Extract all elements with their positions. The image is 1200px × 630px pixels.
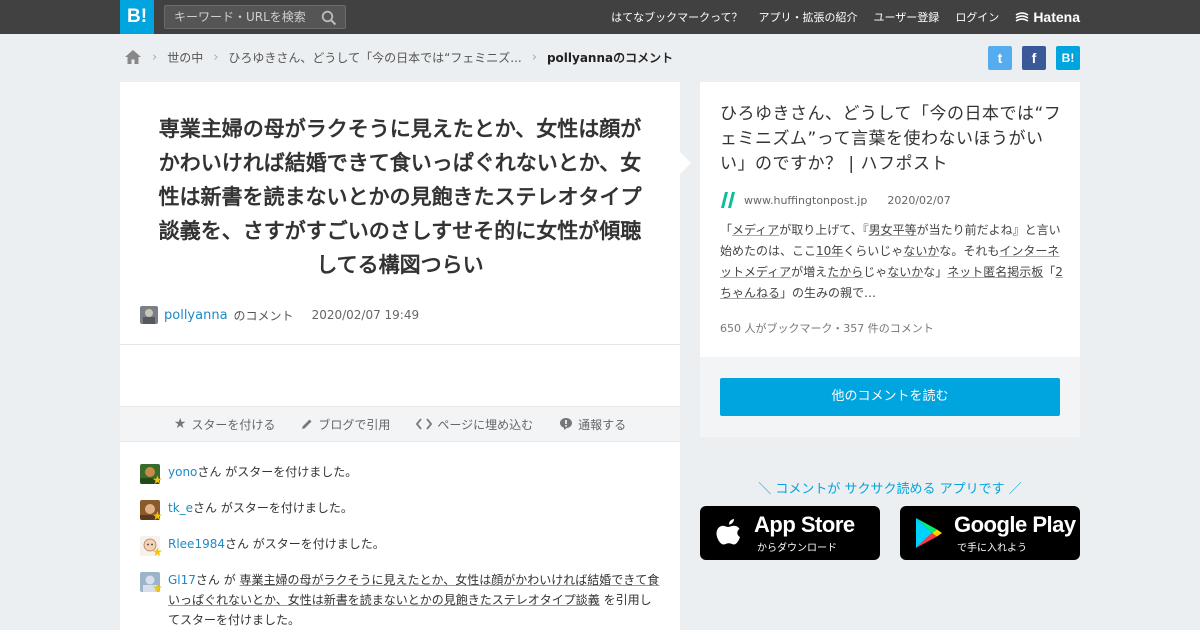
breadcrumb-category[interactable]: 世の中 xyxy=(167,49,203,66)
star-text: さん がスターを付けました。 xyxy=(193,501,353,515)
entry-site: www.huffingtonpost.jp 2020/02/07 xyxy=(720,192,951,208)
comment-card: 専業主婦の母がラクそうに見えたとか、女性は顔がかわいければ結婚できて食いっぱぐれ… xyxy=(120,82,680,630)
bookmark-counts[interactable]: 650 人がブックマーク・357 件のコメント xyxy=(720,320,934,336)
hatena-label: Hatena xyxy=(1033,9,1080,25)
star-item: ★ Rlee1984さん がスターを付けました。 xyxy=(140,534,660,558)
report-icon xyxy=(560,418,573,430)
top-bar: B! キーワード・URLを検索 はてなブックマークって？ アプリ・拡張の紹介 ユ… xyxy=(0,0,1200,34)
star-icon: ★ xyxy=(152,581,163,595)
nav-apps-link[interactable]: アプリ・拡張の紹介 xyxy=(759,9,858,25)
apple-icon xyxy=(716,519,740,545)
star-username[interactable]: tk_e xyxy=(168,501,193,515)
comment-text: 専業主婦の母がラクそうに見えたとか、女性は顔がかわいければ結婚できて食いっぱぐれ… xyxy=(158,117,642,277)
app-store-sublabel: からダウンロード xyxy=(757,543,837,554)
keyword-link[interactable]: たから xyxy=(827,265,863,279)
star-item: ★ yonoさん がスターを付けました。 xyxy=(140,462,660,486)
keyword-link[interactable]: 男女平等 xyxy=(869,223,917,237)
nav-about-link[interactable]: はてなブックマークって？ xyxy=(611,9,742,25)
site-domain[interactable]: www.huffingtonpost.jp xyxy=(744,194,867,207)
hatena-share-icon[interactable]: B! xyxy=(1056,46,1080,70)
nav-register-link[interactable]: ユーザー登録 xyxy=(874,9,940,25)
code-icon xyxy=(416,418,433,430)
hatena-bookmark-logo[interactable]: B! xyxy=(120,0,154,34)
top-nav: はてなブックマークって？ アプリ・拡張の紹介 ユーザー登録 ログイン Haten… xyxy=(611,0,1080,34)
star-username[interactable]: Rlee1984 xyxy=(168,537,225,551)
chevron-right-icon: › xyxy=(152,49,158,65)
star-icon: ★ xyxy=(152,473,163,487)
breadcrumb-entry[interactable]: ひろゆきさん、どうして「今の日本では“フェミニズ... xyxy=(228,49,521,66)
search-icon[interactable] xyxy=(321,10,337,26)
pencil-icon xyxy=(302,419,312,429)
blog-quote-button[interactable]: ブログで引用 xyxy=(301,416,390,433)
keyword-link[interactable]: ないか xyxy=(887,265,923,279)
hatena-link[interactable]: Hatena xyxy=(1015,9,1080,25)
star-username[interactable]: yono xyxy=(168,465,197,479)
site-favicon-icon xyxy=(720,192,736,208)
read-other-comments-button[interactable]: 他のコメントを読む xyxy=(720,378,1060,416)
entry-card-footer: 他のコメントを読む xyxy=(700,357,1080,437)
search-input[interactable]: キーワード・URLを検索 xyxy=(164,5,346,29)
comment-meta: pollyanna のコメント 2020/02/07 19:49 xyxy=(140,306,419,324)
blog-quote-label: ブログで引用 xyxy=(318,417,391,432)
star-username[interactable]: Gl17 xyxy=(168,573,196,587)
star-icon: ★ xyxy=(152,545,163,559)
add-star-button[interactable]: ★ スターを付ける xyxy=(174,416,276,433)
google-play-icon xyxy=(916,518,942,548)
chevron-right-icon: › xyxy=(213,49,219,65)
report-label: 通報する xyxy=(578,417,627,432)
hatena-mark-icon xyxy=(1015,12,1029,22)
star-item: ★ tk_eさん がスターを付けました。 xyxy=(140,498,660,522)
star-text: さん がスターを付けました。 xyxy=(224,537,385,551)
keyword-link[interactable]: 10年 xyxy=(816,244,843,258)
app-store-label: App Store xyxy=(754,512,855,537)
share-buttons: t f B! xyxy=(988,46,1080,70)
report-button[interactable]: 通報する xyxy=(559,416,626,433)
keyword-link[interactable]: ネット匿名掲示板 xyxy=(947,265,1043,279)
google-play-sublabel: で手に入れよう xyxy=(957,543,1027,554)
entry-summary: 「メディアが取り上げて、『男女平等が当たり前だよね』と言い始めたのは、ここ10年… xyxy=(720,223,1063,300)
star-quote[interactable]: 専業主婦の母がラクそうに見えたとか、女性は顔がかわいければ結婚できて食いっぱぐれ… xyxy=(168,573,659,607)
star-text: さん がスターを付けました。 xyxy=(197,465,358,479)
star-icon: ★ xyxy=(152,509,163,523)
star-item: ★ Gl17さん が 専業主婦の母がラクそうに見えたとか、女性は顔がかわいければ… xyxy=(140,570,660,630)
embed-button[interactable]: ページに埋め込む xyxy=(416,416,533,433)
search-placeholder: キーワード・URLを検索 xyxy=(174,10,306,24)
entry-date: 2020/02/07 xyxy=(887,193,951,207)
breadcrumb: › 世の中 › ひろゆきさん、どうして「今の日本では“フェミニズ... › po… xyxy=(124,46,673,68)
twitter-share-icon[interactable]: t xyxy=(988,46,1012,70)
comment-datetime[interactable]: 2020/02/07 19:49 xyxy=(312,308,420,322)
app-store-button[interactable]: App Store からダウンロード xyxy=(700,506,880,560)
divider xyxy=(120,344,680,345)
user-avatar[interactable] xyxy=(140,306,158,324)
comment-user-suffix: のコメント xyxy=(233,308,294,323)
star-list: ★ yonoさん がスターを付けました。 ★ tk_eさん がスターを付けました… xyxy=(140,462,660,630)
google-play-button[interactable]: Google Play で手に入れよう xyxy=(900,506,1080,560)
entry-title[interactable]: ひろゆきさん、どうして「今の日本では“フェミニズム”って言葉を使わないほうがいい… xyxy=(720,102,1065,177)
home-icon[interactable] xyxy=(124,49,142,65)
app-tagline: ＼ コメントが サクサク読める アプリです ／ xyxy=(758,482,1022,497)
comment-actions: ★ スターを付ける ブログで引用 ページに埋め込む 通報する xyxy=(120,406,680,442)
google-play-label: Google Play xyxy=(954,512,1076,537)
card-pointer xyxy=(680,152,691,174)
nav-login-link[interactable]: ログイン xyxy=(955,9,999,25)
breadcrumb-current: pollyannaのコメント xyxy=(546,50,674,65)
chevron-right-icon: › xyxy=(531,49,537,65)
star-text-pre: さん が xyxy=(195,573,240,587)
entry-card: ひろゆきさん、どうして「今の日本では“フェミニズム”って言葉を使わないほうがいい… xyxy=(700,82,1080,357)
keyword-link[interactable]: ないか xyxy=(903,244,939,258)
embed-label: ページに埋め込む xyxy=(437,417,534,432)
add-star-label: スターを付ける xyxy=(191,417,276,432)
comment-username[interactable]: pollyanna xyxy=(164,308,228,323)
star-icon: ★ xyxy=(173,416,187,432)
keyword-link[interactable]: メディア xyxy=(732,223,779,237)
facebook-share-icon[interactable]: f xyxy=(1022,46,1046,70)
